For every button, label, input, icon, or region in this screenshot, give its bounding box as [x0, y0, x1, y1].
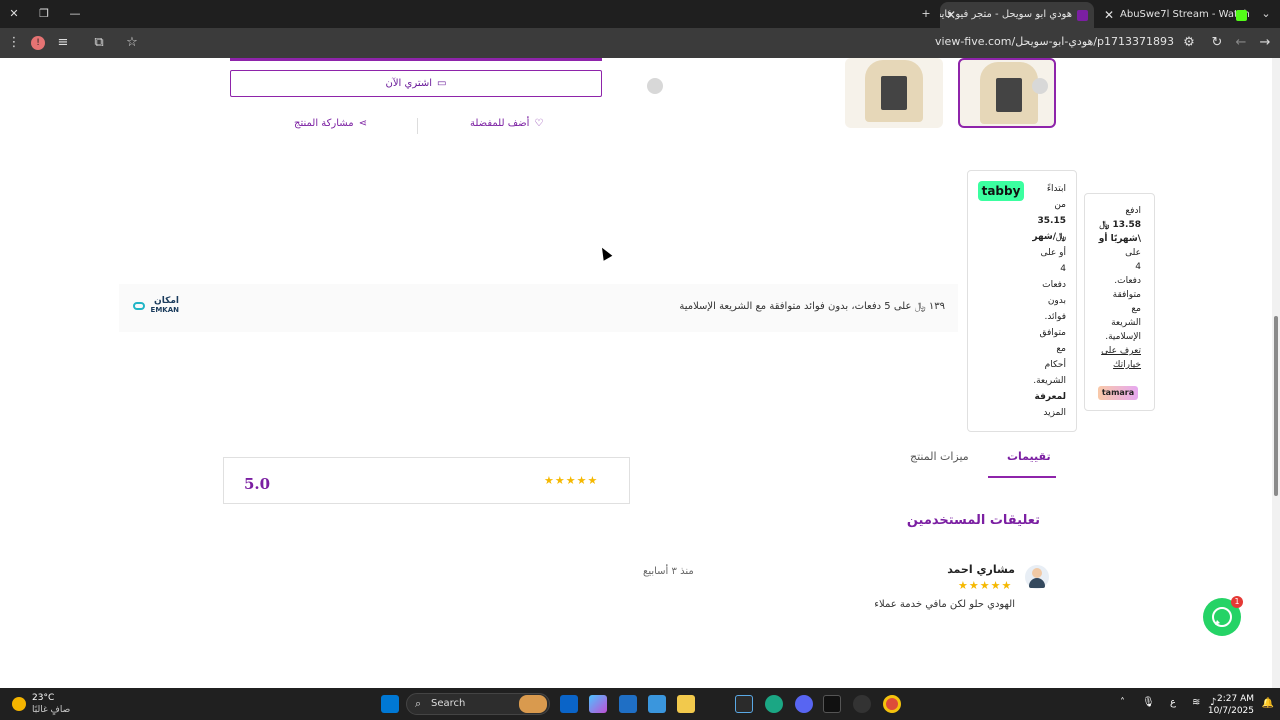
- favorite-label: أضف للمفضلة: [470, 118, 530, 129]
- share-label: مشاركة المنتج: [294, 118, 354, 129]
- call-of-duty-icon[interactable]: [823, 695, 841, 713]
- store-icon[interactable]: [648, 695, 666, 713]
- minimize-window-icon[interactable]: —: [67, 6, 83, 22]
- tabby-text: ابتداءً من 35.15 ﷼/شهر أو على 4 دفعات بد…: [1020, 181, 1066, 421]
- clock-date: 10/7/2025: [1207, 706, 1254, 716]
- rating-summary: 5.0 ★★★★★: [223, 457, 630, 504]
- whatsapp-button[interactable]: 1: [1203, 596, 1243, 636]
- clock-time: 2:27 AM: [1217, 694, 1254, 704]
- close-window-icon[interactable]: ✕: [6, 6, 22, 22]
- taskbar: 23°C صافٍ غالبًا ⌕ Search ˄ 🎙 ع ≋ ♪ 2:27…: [0, 688, 1280, 720]
- heart-icon: ♡: [534, 118, 544, 129]
- reviews-heading: تعليقات المستخدمين: [906, 513, 1040, 528]
- discord-icon[interactable]: [795, 695, 813, 713]
- reload-icon[interactable]: ↻: [1209, 35, 1225, 51]
- close-tab-icon[interactable]: ✕: [1104, 2, 1114, 28]
- browser-toolbar: ⋮ ! ≡ ⧉ ☆ view-five.com/هودي-ابو-سويحل/p…: [0, 28, 1280, 58]
- scrollbar-thumb[interactable]: [1274, 316, 1278, 496]
- search-icon: ⌕: [415, 697, 422, 710]
- emkan-logo: امكان EMKAN: [133, 296, 179, 320]
- review-stars: ★★★★★: [958, 579, 1013, 592]
- tabby-learn-more-link[interactable]: لمعرفة: [1020, 389, 1066, 405]
- wallet-icon: ▭: [437, 78, 447, 89]
- back-icon[interactable]: →: [1257, 35, 1273, 51]
- wifi-icon[interactable]: ≋: [1192, 697, 1200, 708]
- browser-tab-strip: ✕ ❐ — + ✕ هودي ابو سويحل - متجر فيو فايف…: [0, 0, 1280, 28]
- chrome-icon[interactable]: [883, 695, 901, 713]
- tab-product[interactable]: ✕ هودي ابو سويحل - متجر فيو فايف: [940, 2, 1094, 28]
- scrollbar[interactable]: [1272, 58, 1280, 688]
- share-icon: ⋖: [358, 118, 367, 129]
- file-explorer-icon[interactable]: [677, 695, 695, 713]
- slider-prev-button[interactable]: [647, 78, 663, 94]
- notification-bell-icon[interactable]: 🔔: [1262, 698, 1274, 709]
- tab-title: هودي ابو سويحل - متجر فيو فايف: [940, 9, 1072, 20]
- store-favicon-icon: [1077, 10, 1088, 21]
- forward-icon[interactable]: ←: [1233, 35, 1249, 51]
- settings-app-icon[interactable]: [735, 695, 753, 713]
- review-time: منذ ٣ أسابيع: [643, 566, 694, 577]
- temperature: 23°C: [32, 693, 55, 703]
- slider-next-button[interactable]: [1032, 78, 1048, 94]
- notification-badge: 1: [1231, 596, 1243, 608]
- emkan-widget[interactable]: ١٣٩ ﷼ على 5 دفعات، بدون فوائد متوافقة مع…: [119, 284, 958, 332]
- tabby-logo: tabby: [978, 181, 1024, 201]
- profile-icon[interactable]: !: [31, 36, 45, 50]
- restore-window-icon[interactable]: ❐: [36, 6, 52, 22]
- copilot-icon[interactable]: [589, 695, 607, 713]
- divider: [417, 118, 418, 134]
- rating-stars: ★★★★★: [544, 474, 599, 487]
- edge-icon[interactable]: [765, 695, 783, 713]
- weather-widget[interactable]: 23°C صافٍ غالبًا: [12, 692, 70, 716]
- microphone-icon[interactable]: 🎙: [1142, 697, 1155, 708]
- tabby-widget[interactable]: tabby ابتداءً من 35.15 ﷼/شهر أو على 4 دف…: [967, 170, 1077, 432]
- language-indicator[interactable]: ع: [1170, 697, 1176, 708]
- active-tab-indicator: [988, 476, 1056, 478]
- add-favorite-button[interactable]: أضف للمفضلة ♡: [470, 118, 543, 129]
- emkan-text: ١٣٩ ﷼ على 5 دفعات، بدون فوائد متوافقة مع…: [679, 301, 945, 312]
- clock[interactable]: 2:27 AM 10/7/2025: [1208, 693, 1254, 717]
- address-bar[interactable]: view-five.com/هودي-ابو-سويحل/p1713371893: [935, 35, 1174, 48]
- tab-stream[interactable]: ✕ AbuSwe7l Stream - Watch Live: [1098, 2, 1252, 28]
- hoodie-image: [980, 62, 1038, 124]
- tamara-learn-link[interactable]: تعرف على: [1095, 344, 1141, 358]
- new-tab-icon[interactable]: +: [918, 6, 934, 22]
- widget-image-icon: [519, 695, 547, 713]
- tab-title: AbuSwe7l Stream - Watch Live: [1120, 9, 1252, 20]
- buy-now-label: اشتري الآن: [385, 78, 433, 89]
- extensions-icon[interactable]: ⧉: [91, 35, 107, 51]
- share-product-button[interactable]: مشاركة المنتج ⋖: [294, 118, 367, 129]
- search-label: Search: [431, 698, 466, 709]
- tamara-logo: tamara: [1098, 386, 1138, 400]
- tab-reviews[interactable]: تقييمات: [1007, 450, 1051, 463]
- steam-icon[interactable]: [853, 695, 871, 713]
- outlook-icon[interactable]: [560, 695, 578, 713]
- windows-start-icon[interactable]: [381, 695, 399, 713]
- system-tray-chevron-icon[interactable]: ˄: [1120, 697, 1125, 708]
- add-to-cart-button-edge[interactable]: [230, 58, 602, 61]
- product-page: اشتري الآن ▭ مشاركة المنتج ⋖ أضف للمفضلة…: [0, 58, 1280, 688]
- buy-now-button[interactable]: اشتري الآن ▭: [230, 70, 602, 97]
- hoodie-image: [865, 60, 923, 122]
- mouse-cursor-icon: [597, 245, 613, 261]
- tamara-text: ادفع 13.58 ﷼ \شهريًا أو على 4 دفعات. متو…: [1095, 204, 1141, 372]
- review-text: الهودي حلو لكن مافي خدمة عملاء: [874, 599, 1015, 610]
- weather-text: صافٍ غالبًا: [32, 705, 71, 715]
- reading-list-icon[interactable]: ≡: [55, 35, 71, 51]
- defender-icon[interactable]: [619, 695, 637, 713]
- tab-search-icon[interactable]: ⌄: [1258, 6, 1274, 22]
- rating-value: 5.0: [244, 475, 271, 493]
- menu-icon[interactable]: ⋮: [6, 35, 22, 51]
- bookmark-star-icon[interactable]: ☆: [124, 35, 140, 51]
- kick-favicon-icon: [1236, 10, 1247, 21]
- product-thumbnail[interactable]: [845, 58, 943, 128]
- tab-product-features[interactable]: ميزات المنتج: [910, 450, 969, 463]
- weather-icon: [12, 697, 26, 711]
- reviewer-name: مشاري احمد: [947, 563, 1015, 576]
- avatar: [1025, 565, 1049, 589]
- site-settings-icon[interactable]: ⚙: [1181, 35, 1197, 51]
- tamara-widget[interactable]: ادفع 13.58 ﷼ \شهريًا أو على 4 دفعات. متو…: [1084, 193, 1155, 411]
- product-thumbnail-selected[interactable]: [958, 58, 1056, 128]
